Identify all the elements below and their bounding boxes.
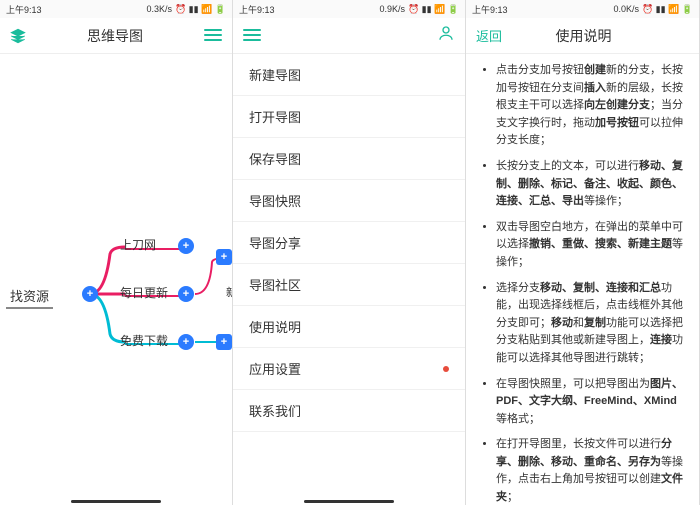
- add-node-button[interactable]: +: [216, 334, 232, 350]
- menu-help[interactable]: 使用说明: [233, 306, 465, 348]
- menu-new[interactable]: 新建导图: [233, 54, 465, 96]
- mindmap-canvas[interactable]: 找资源 + 上刀网 每日更新 免费下载 + + + 新 + +: [0, 54, 232, 505]
- add-node-button[interactable]: +: [216, 249, 232, 265]
- mindmap-root[interactable]: 找资源: [6, 284, 53, 309]
- menu-icon[interactable]: [243, 29, 261, 43]
- status-bar: 上午9:13 0.3K/s⏰ ▮▮ 📶 🔋: [0, 0, 232, 18]
- nav-indicator: [304, 500, 394, 503]
- layers-icon[interactable]: [10, 28, 26, 44]
- mindmap-branch[interactable]: 免费下载: [120, 332, 168, 349]
- help-item: 长按分支上的文本，可以进行移动、复制、删除、标记、备注、收起、颜色、连接、汇总、…: [496, 158, 685, 211]
- add-node-button[interactable]: +: [178, 286, 194, 302]
- menu-snapshot[interactable]: 导图快照: [233, 180, 465, 222]
- add-node-button[interactable]: +: [82, 286, 98, 302]
- menu-share[interactable]: 导图分享: [233, 222, 465, 264]
- menu-icon[interactable]: [204, 29, 222, 43]
- help-item: 点击分支加号按钮创建新的分支，长按加号按钮在分支间插入新的层级，长按根支主干可以…: [496, 62, 685, 150]
- page-title: 思维导图: [26, 26, 204, 46]
- user-icon[interactable]: [437, 24, 455, 47]
- menu-settings[interactable]: 应用设置: [233, 348, 465, 390]
- page-title: 使用说明: [506, 26, 661, 46]
- add-node-button[interactable]: +: [178, 334, 194, 350]
- main-menu: 新建导图 打开导图 保存导图 导图快照 导图分享 导图社区 使用说明 应用设置 …: [233, 54, 465, 432]
- app-header: 返回 使用说明: [466, 18, 699, 54]
- mindmap-branch[interactable]: 上刀网: [120, 236, 156, 253]
- help-item: 双击导图空白地方，在弹出的菜单中可以选择撤销、重做、搜索、新建主题等操作；: [496, 219, 685, 272]
- nav-indicator: [71, 500, 161, 503]
- app-header: 思维导图: [0, 18, 232, 54]
- mindmap-branch[interactable]: 每日更新: [120, 284, 168, 301]
- menu-contact[interactable]: 联系我们: [233, 390, 465, 432]
- status-bar: 上午9:13 0.9K/s⏰ ▮▮ 📶 🔋: [233, 0, 465, 18]
- help-item: 在导图快照里，可以把导图出为图片、PDF、文字大纲、FreeMind、XMind…: [496, 376, 685, 429]
- help-item: 选择分支移动、复制、连接和汇总功能，出现选择线框后，点击线框外其他分支即可；移动…: [496, 280, 685, 368]
- add-node-button[interactable]: +: [178, 238, 194, 254]
- help-content: 点击分支加号按钮创建新的分支，长按加号按钮在分支间插入新的层级，长按根支主干可以…: [466, 54, 699, 505]
- back-button[interactable]: 返回: [476, 26, 502, 45]
- mindmap-subnode[interactable]: 新: [226, 284, 232, 300]
- notification-dot: [443, 366, 449, 372]
- menu-save[interactable]: 保存导图: [233, 138, 465, 180]
- menu-community[interactable]: 导图社区: [233, 264, 465, 306]
- status-bar: 上午9:13 0.0K/s⏰ ▮▮ 📶 🔋: [466, 0, 699, 18]
- menu-open[interactable]: 打开导图: [233, 96, 465, 138]
- help-item: 在打开导图里，长按文件可以进行分享、删除、移动、重命名、另存为等操作，点击右上角…: [496, 436, 685, 505]
- app-header: [233, 18, 465, 54]
